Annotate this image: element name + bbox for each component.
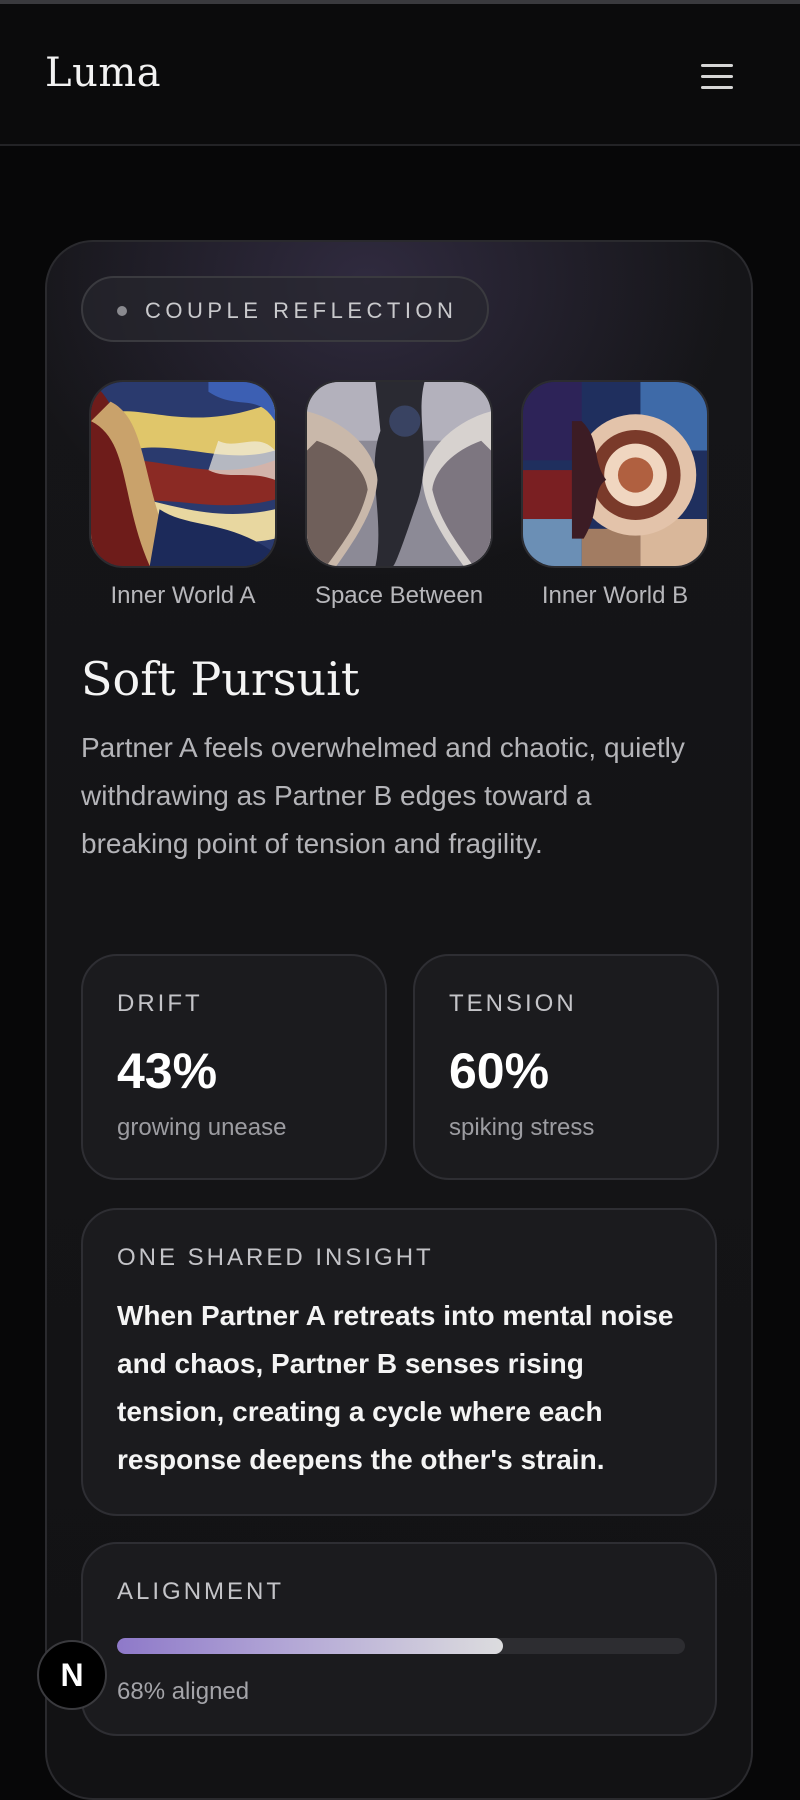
dev-tools-badge[interactable]: N (37, 1640, 107, 1710)
drift-stat-card: DRIFT 43% growing unease (81, 954, 387, 1180)
app-logo[interactable]: Luma (45, 50, 161, 96)
alignment-label: ALIGNMENT (117, 1578, 285, 1605)
hamburger-menu-icon[interactable] (690, 58, 742, 98)
tension-label: TENSION (449, 990, 577, 1017)
alignment-progress-bar (117, 1638, 685, 1654)
alignment-subtext: 68% aligned (117, 1678, 250, 1705)
app-header: Luma (0, 4, 800, 146)
alignment-progress-fill (117, 1638, 504, 1654)
category-badge: COUPLE REFLECTION (81, 276, 489, 342)
drift-label: DRIFT (117, 990, 203, 1017)
space-between-image (305, 380, 493, 568)
alignment-card: ALIGNMENT 68% aligned (81, 1542, 717, 1736)
shared-insight-card: ONE SHARED INSIGHT When Partner A retrea… (81, 1208, 717, 1516)
insight-text: When Partner A retreats into mental nois… (117, 1300, 674, 1475)
reflection-description: Partner A feels overwhelmed and chaotic,… (81, 732, 685, 859)
inner-world-a-label: Inner World A (110, 582, 256, 609)
inner-world-b-label: Inner World B (541, 582, 689, 609)
couple-reflection-card: COUPLE REFLECTION Inner World A Space Be… (45, 240, 753, 1800)
inner-world-a-image (89, 380, 277, 568)
badge-dot-icon (117, 306, 127, 316)
drift-value: 43% (117, 1043, 218, 1099)
drift-subtext: growing unease (117, 1114, 287, 1141)
space-between-label: Space Between (314, 582, 484, 609)
tension-value: 60% (449, 1043, 550, 1099)
tension-stat-card: TENSION 60% spiking stress (413, 954, 719, 1180)
reflection-title: Soft Pursuit (81, 652, 360, 706)
inner-world-b-image (521, 380, 709, 568)
badge-label: COUPLE REFLECTION (145, 298, 458, 323)
tension-subtext: spiking stress (449, 1114, 595, 1141)
insight-label: ONE SHARED INSIGHT (117, 1244, 434, 1271)
